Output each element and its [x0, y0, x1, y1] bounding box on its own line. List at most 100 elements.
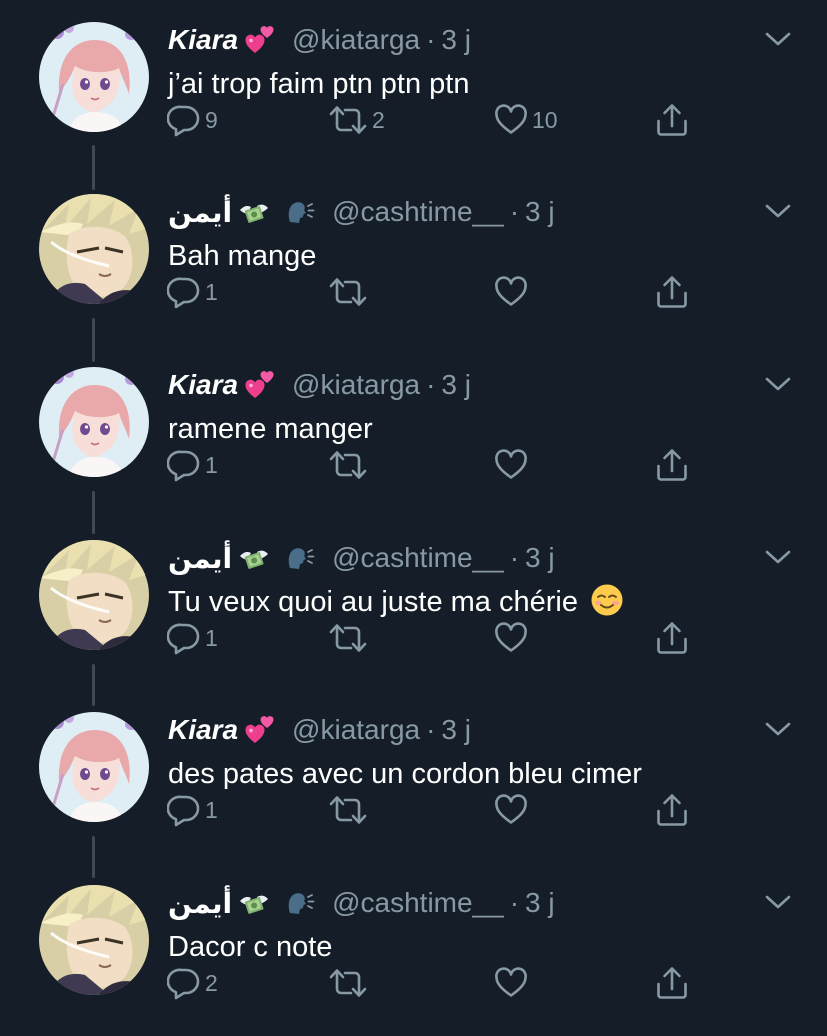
share-button[interactable] [655, 100, 689, 140]
tweet-header: Kiara @kiatarga · 3 j [168, 361, 471, 409]
retweet-icon [328, 621, 368, 655]
tweet[interactable]: أيمن @cashtime__ · 3 j Dacor c note 2 [0, 863, 827, 1036]
reply-button[interactable]: 1 [167, 272, 218, 312]
tweet-text: des pates avec un cordon bleu cimer [168, 754, 642, 794]
separator-dot: · [509, 542, 520, 573]
tweet[interactable]: Kiara @kiatarga · 3 j j’ai trop faim ptn ptn… [0, 0, 827, 173]
chevron-down-icon[interactable] [763, 373, 793, 395]
tweet-header: أيمن @cashtime__ · 3 j [168, 534, 555, 582]
tweet-header: Kiara @kiatarga · 3 j [168, 706, 471, 754]
retweet-button[interactable]: 2 [328, 100, 385, 140]
chevron-down-icon[interactable] [763, 28, 793, 50]
reply-button[interactable]: 1 [167, 618, 218, 658]
like-button[interactable] [494, 963, 532, 1003]
reply-bubble-icon [167, 103, 201, 137]
reply-bubble-icon [167, 621, 201, 655]
tweet-header: أيمن @cashtime__ · 3 j [168, 879, 555, 927]
money-with-wings-emoji [238, 196, 270, 228]
tweet-text: ramene manger [168, 409, 373, 449]
like-button[interactable] [494, 445, 532, 485]
chevron-down-icon[interactable] [763, 891, 793, 913]
share-button[interactable] [655, 618, 689, 658]
user-handle[interactable]: @kiatarga [292, 714, 420, 746]
like-count: 10 [532, 106, 558, 133]
retweet-icon [328, 966, 368, 1000]
reply-bubble-icon [167, 966, 201, 1000]
separator-dot: · [426, 24, 436, 55]
share-button[interactable] [655, 272, 689, 312]
separator-dot: · [426, 369, 436, 400]
display-name[interactable]: Kiara [168, 369, 238, 401]
like-button[interactable] [494, 790, 532, 830]
user-handle[interactable]: @kiatarga [292, 24, 420, 56]
retweet-button[interactable] [328, 272, 372, 312]
retweet-icon [328, 275, 368, 309]
reply-bubble-icon [167, 275, 201, 309]
tweet-actions: 1 [0, 790, 827, 830]
share-upload-icon [655, 620, 689, 656]
retweet-button[interactable] [328, 618, 372, 658]
heart-icon [494, 448, 528, 482]
heart-icon [494, 793, 528, 827]
timestamp[interactable]: 3 j [441, 369, 471, 401]
share-button[interactable] [655, 790, 689, 830]
reply-button[interactable]: 1 [167, 790, 218, 830]
tweet-text: Tu veux quoi au juste ma chérie [168, 582, 624, 622]
timestamp[interactable]: 3 j [441, 24, 471, 56]
two-hearts-emoji [244, 24, 276, 56]
user-handle[interactable]: @cashtime__ [332, 196, 504, 228]
reply-bubble-icon [167, 448, 201, 482]
separator-dot: · [426, 714, 436, 745]
timestamp[interactable]: 3 j [525, 887, 555, 919]
share-button[interactable] [655, 963, 689, 1003]
heart-icon [494, 275, 528, 309]
user-handle[interactable]: @cashtime__ [332, 542, 504, 574]
reply-button[interactable]: 2 [167, 963, 218, 1003]
share-upload-icon [655, 447, 689, 483]
reply-count: 1 [205, 624, 218, 651]
timestamp[interactable]: 3 j [525, 196, 555, 228]
share-button[interactable] [655, 445, 689, 485]
smiling-face-emoji [590, 583, 624, 617]
tweet[interactable]: Kiara @kiatarga · 3 j des pates avec un cord… [0, 690, 827, 863]
share-upload-icon [655, 792, 689, 828]
tweet-text-content: des pates avec un cordon bleu cimer [168, 758, 642, 790]
retweet-button[interactable] [328, 790, 372, 830]
reply-count: 9 [205, 106, 218, 133]
retweet-button[interactable] [328, 963, 372, 1003]
display-name[interactable]: Kiara [168, 24, 238, 56]
separator-dot: · [509, 887, 520, 918]
timestamp[interactable]: 3 j [525, 542, 555, 574]
tweet-thread: Kiara @kiatarga · 3 j j’ai trop faim ptn ptn… [0, 0, 827, 1013]
tweet[interactable]: أيمن @cashtime__ · 3 j Bah mange 1 [0, 172, 827, 345]
tweet-text: j’ai trop faim ptn ptn ptn [168, 64, 469, 104]
tweet-text: Dacor c note [168, 927, 332, 967]
timestamp[interactable]: 3 j [441, 714, 471, 746]
tweet-actions: 1 [0, 618, 827, 658]
reply-button[interactable]: 9 [167, 100, 218, 140]
chevron-down-icon[interactable] [763, 718, 793, 740]
display-name[interactable]: أيمن [168, 196, 232, 229]
speaking-head-emoji [284, 196, 316, 228]
speaking-head-emoji [284, 887, 316, 919]
tweet[interactable]: أيمن @cashtime__ · 3 j Tu veux quoi au juste… [0, 518, 827, 691]
display-name[interactable]: أيمن [168, 542, 232, 575]
like-button[interactable]: 10 [494, 100, 558, 140]
tweet[interactable]: Kiara @kiatarga · 3 j ramene manger 1 [0, 345, 827, 518]
user-handle[interactable]: @kiatarga [292, 369, 420, 401]
retweet-button[interactable] [328, 445, 372, 485]
display-name[interactable]: أيمن [168, 887, 232, 920]
user-handle[interactable]: @cashtime__ [332, 887, 504, 919]
reply-bubble-icon [167, 793, 201, 827]
tweet-text-content: Tu veux quoi au juste ma chérie [168, 586, 578, 618]
money-with-wings-emoji [238, 542, 270, 574]
like-button[interactable] [494, 618, 532, 658]
reply-button[interactable]: 1 [167, 445, 218, 485]
display-name[interactable]: Kiara [168, 714, 238, 746]
like-button[interactable] [494, 272, 532, 312]
tweet-actions: 1 [0, 272, 827, 312]
chevron-down-icon[interactable] [763, 546, 793, 568]
chevron-down-icon[interactable] [763, 200, 793, 222]
share-upload-icon [655, 274, 689, 310]
tweet-text-content: Bah mange [168, 240, 317, 272]
